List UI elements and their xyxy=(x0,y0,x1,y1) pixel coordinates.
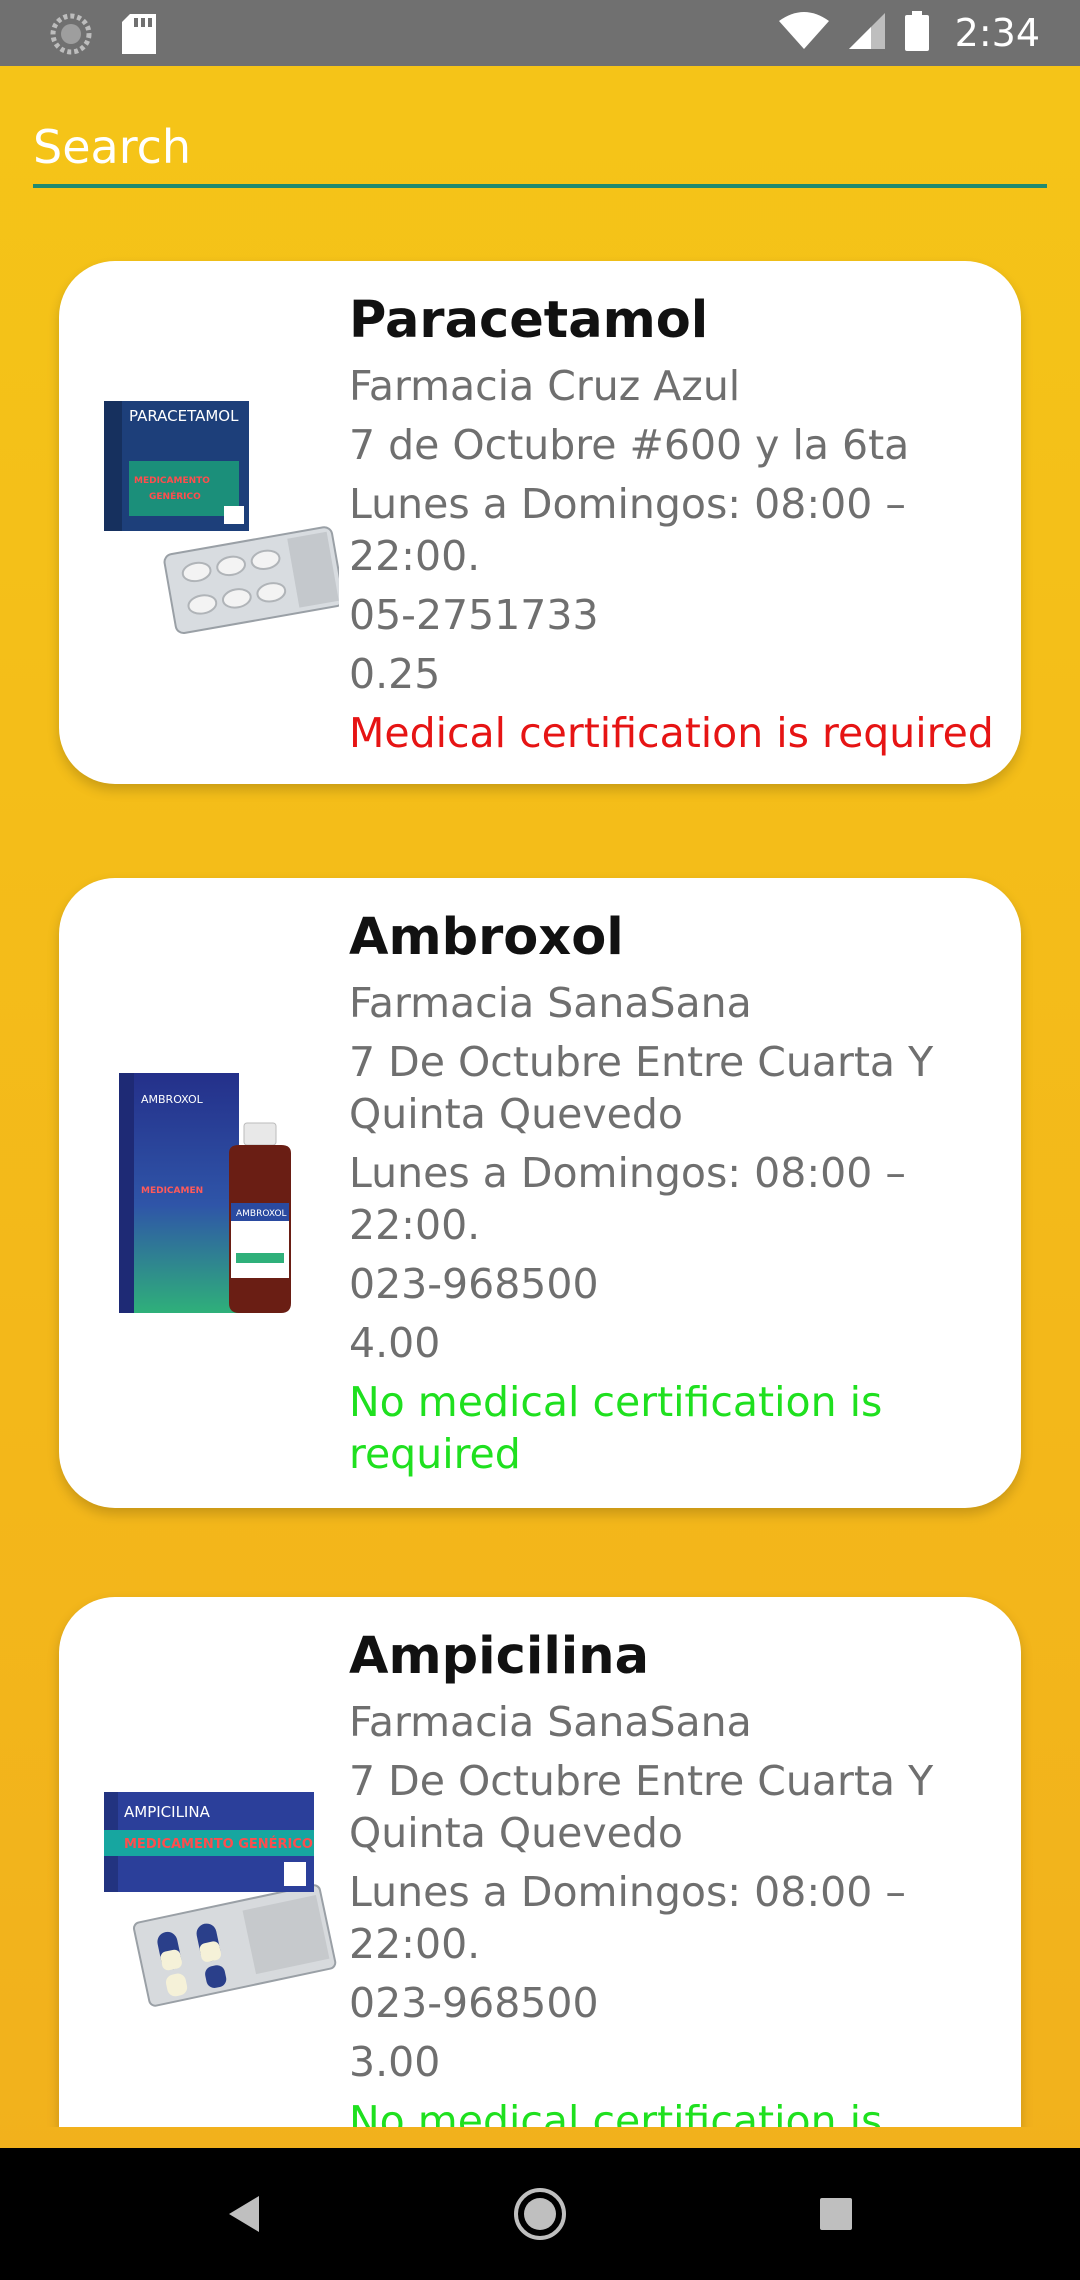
recents-icon[interactable] xyxy=(806,2184,866,2244)
home-icon[interactable] xyxy=(510,2184,570,2244)
status-bar: 2:34 xyxy=(0,0,1080,66)
pharmacy-name: Farmacia SanaSana xyxy=(349,979,752,1027)
svg-text:AMPICILINA: AMPICILINA xyxy=(124,1803,211,1821)
medicine-price: 4.00 xyxy=(349,1319,441,1367)
pharmacy-address: 7 de Octubre #600 y la 6ta xyxy=(349,421,910,469)
pharmacy-name: Farmacia SanaSana xyxy=(349,1698,752,1746)
certification-status: Medical certification is required xyxy=(349,709,994,757)
search-input[interactable] xyxy=(33,110,1047,188)
medicine-price: 0.25 xyxy=(349,650,441,698)
medicine-details: Paracetamol Farmacia Cruz Azul 7 de Octu… xyxy=(349,291,999,766)
pharmacy-phone: 05-2751733 xyxy=(349,591,599,639)
wifi-icon xyxy=(778,11,829,55)
pharmacy-hours: Lunes a Domingos: 08:00 – 22:00. xyxy=(349,480,906,580)
ambroxol-box-icon: AMBROXOL MEDICAMEN AMBROXOL xyxy=(119,1073,291,1313)
medicine-image: AMBROXOL MEDICAMEN AMBROXOL xyxy=(99,1063,339,1323)
status-left-icons xyxy=(50,13,156,59)
medicine-list[interactable]: PARACETAMOL MEDICAMENTO GENÉRICO Paracet… xyxy=(0,230,1080,2127)
pharmacy-phone: 023-968500 xyxy=(349,1260,599,1308)
pharmacy-address: 7 De Octubre Entre Cuarta Y Quinta Queve… xyxy=(349,1038,934,1138)
pharmacy-address: 7 De Octubre Entre Cuarta Y Quinta Queve… xyxy=(349,1757,934,1857)
pharmacy-phone: 023-968500 xyxy=(349,1979,599,2027)
svg-text:MEDICAMEN: MEDICAMEN xyxy=(141,1186,203,1196)
status-right-icons: 2:34 xyxy=(778,0,1040,66)
medicine-name: Ampicilina xyxy=(349,1627,649,1686)
medicine-name: Paracetamol xyxy=(349,291,709,350)
sd-card-icon xyxy=(122,14,156,58)
svg-text:GENÉRICO: GENÉRICO xyxy=(149,490,201,502)
status-clock: 2:34 xyxy=(954,11,1040,55)
pharmacy-name: Farmacia Cruz Azul xyxy=(349,362,741,410)
pharmacy-hours: Lunes a Domingos: 08:00 – 22:00. xyxy=(349,1149,906,1249)
certification-status: No medical certification is required xyxy=(349,1378,883,1478)
medicine-price: 3.00 xyxy=(349,2038,441,2086)
medicine-image: AMPICILINA MEDICAMENTO GENÉRICO xyxy=(99,1772,339,2032)
medicine-details: Ampicilina Farmacia SanaSana 7 De Octubr… xyxy=(349,1627,999,2127)
medicine-details: Ambroxol Farmacia SanaSana 7 De Octubre … xyxy=(349,908,999,1487)
ampicilina-box-icon: AMPICILINA MEDICAMENTO GENÉRICO xyxy=(104,1792,337,2007)
svg-text:AMBROXOL: AMBROXOL xyxy=(236,1209,287,1219)
navigation-bar xyxy=(0,2148,1080,2280)
certification-status: No medical certification is required xyxy=(349,2097,883,2127)
signal-icon xyxy=(847,11,887,55)
svg-text:AMBROXOL: AMBROXOL xyxy=(141,1093,204,1106)
search-bar xyxy=(33,110,1047,192)
medicine-card-ampicilina[interactable]: AMPICILINA MEDICAMENTO GENÉRICO Ampicili… xyxy=(59,1597,1021,2127)
svg-text:MEDICAMENTO GENÉRICO: MEDICAMENTO GENÉRICO xyxy=(124,1836,313,1852)
back-icon[interactable] xyxy=(213,2184,273,2244)
battery-icon xyxy=(904,11,929,55)
paracetamol-box-icon: PARACETAMOL MEDICAMENTO GENÉRICO xyxy=(104,401,345,635)
svg-text:PARACETAMOL: PARACETAMOL xyxy=(129,407,239,425)
loading-icon xyxy=(50,13,92,59)
medicine-card-paracetamol[interactable]: PARACETAMOL MEDICAMENTO GENÉRICO Paracet… xyxy=(59,261,1021,784)
pharmacy-hours: Lunes a Domingos: 08:00 – 22:00. xyxy=(349,1868,906,1968)
medicine-image: PARACETAMOL MEDICAMENTO GENÉRICO xyxy=(99,391,345,651)
medicine-card-ambroxol[interactable]: AMBROXOL MEDICAMEN AMBROXOL Ambroxol Far… xyxy=(59,878,1021,1508)
svg-text:MEDICAMENTO: MEDICAMENTO xyxy=(134,476,210,486)
medicine-name: Ambroxol xyxy=(349,908,624,967)
